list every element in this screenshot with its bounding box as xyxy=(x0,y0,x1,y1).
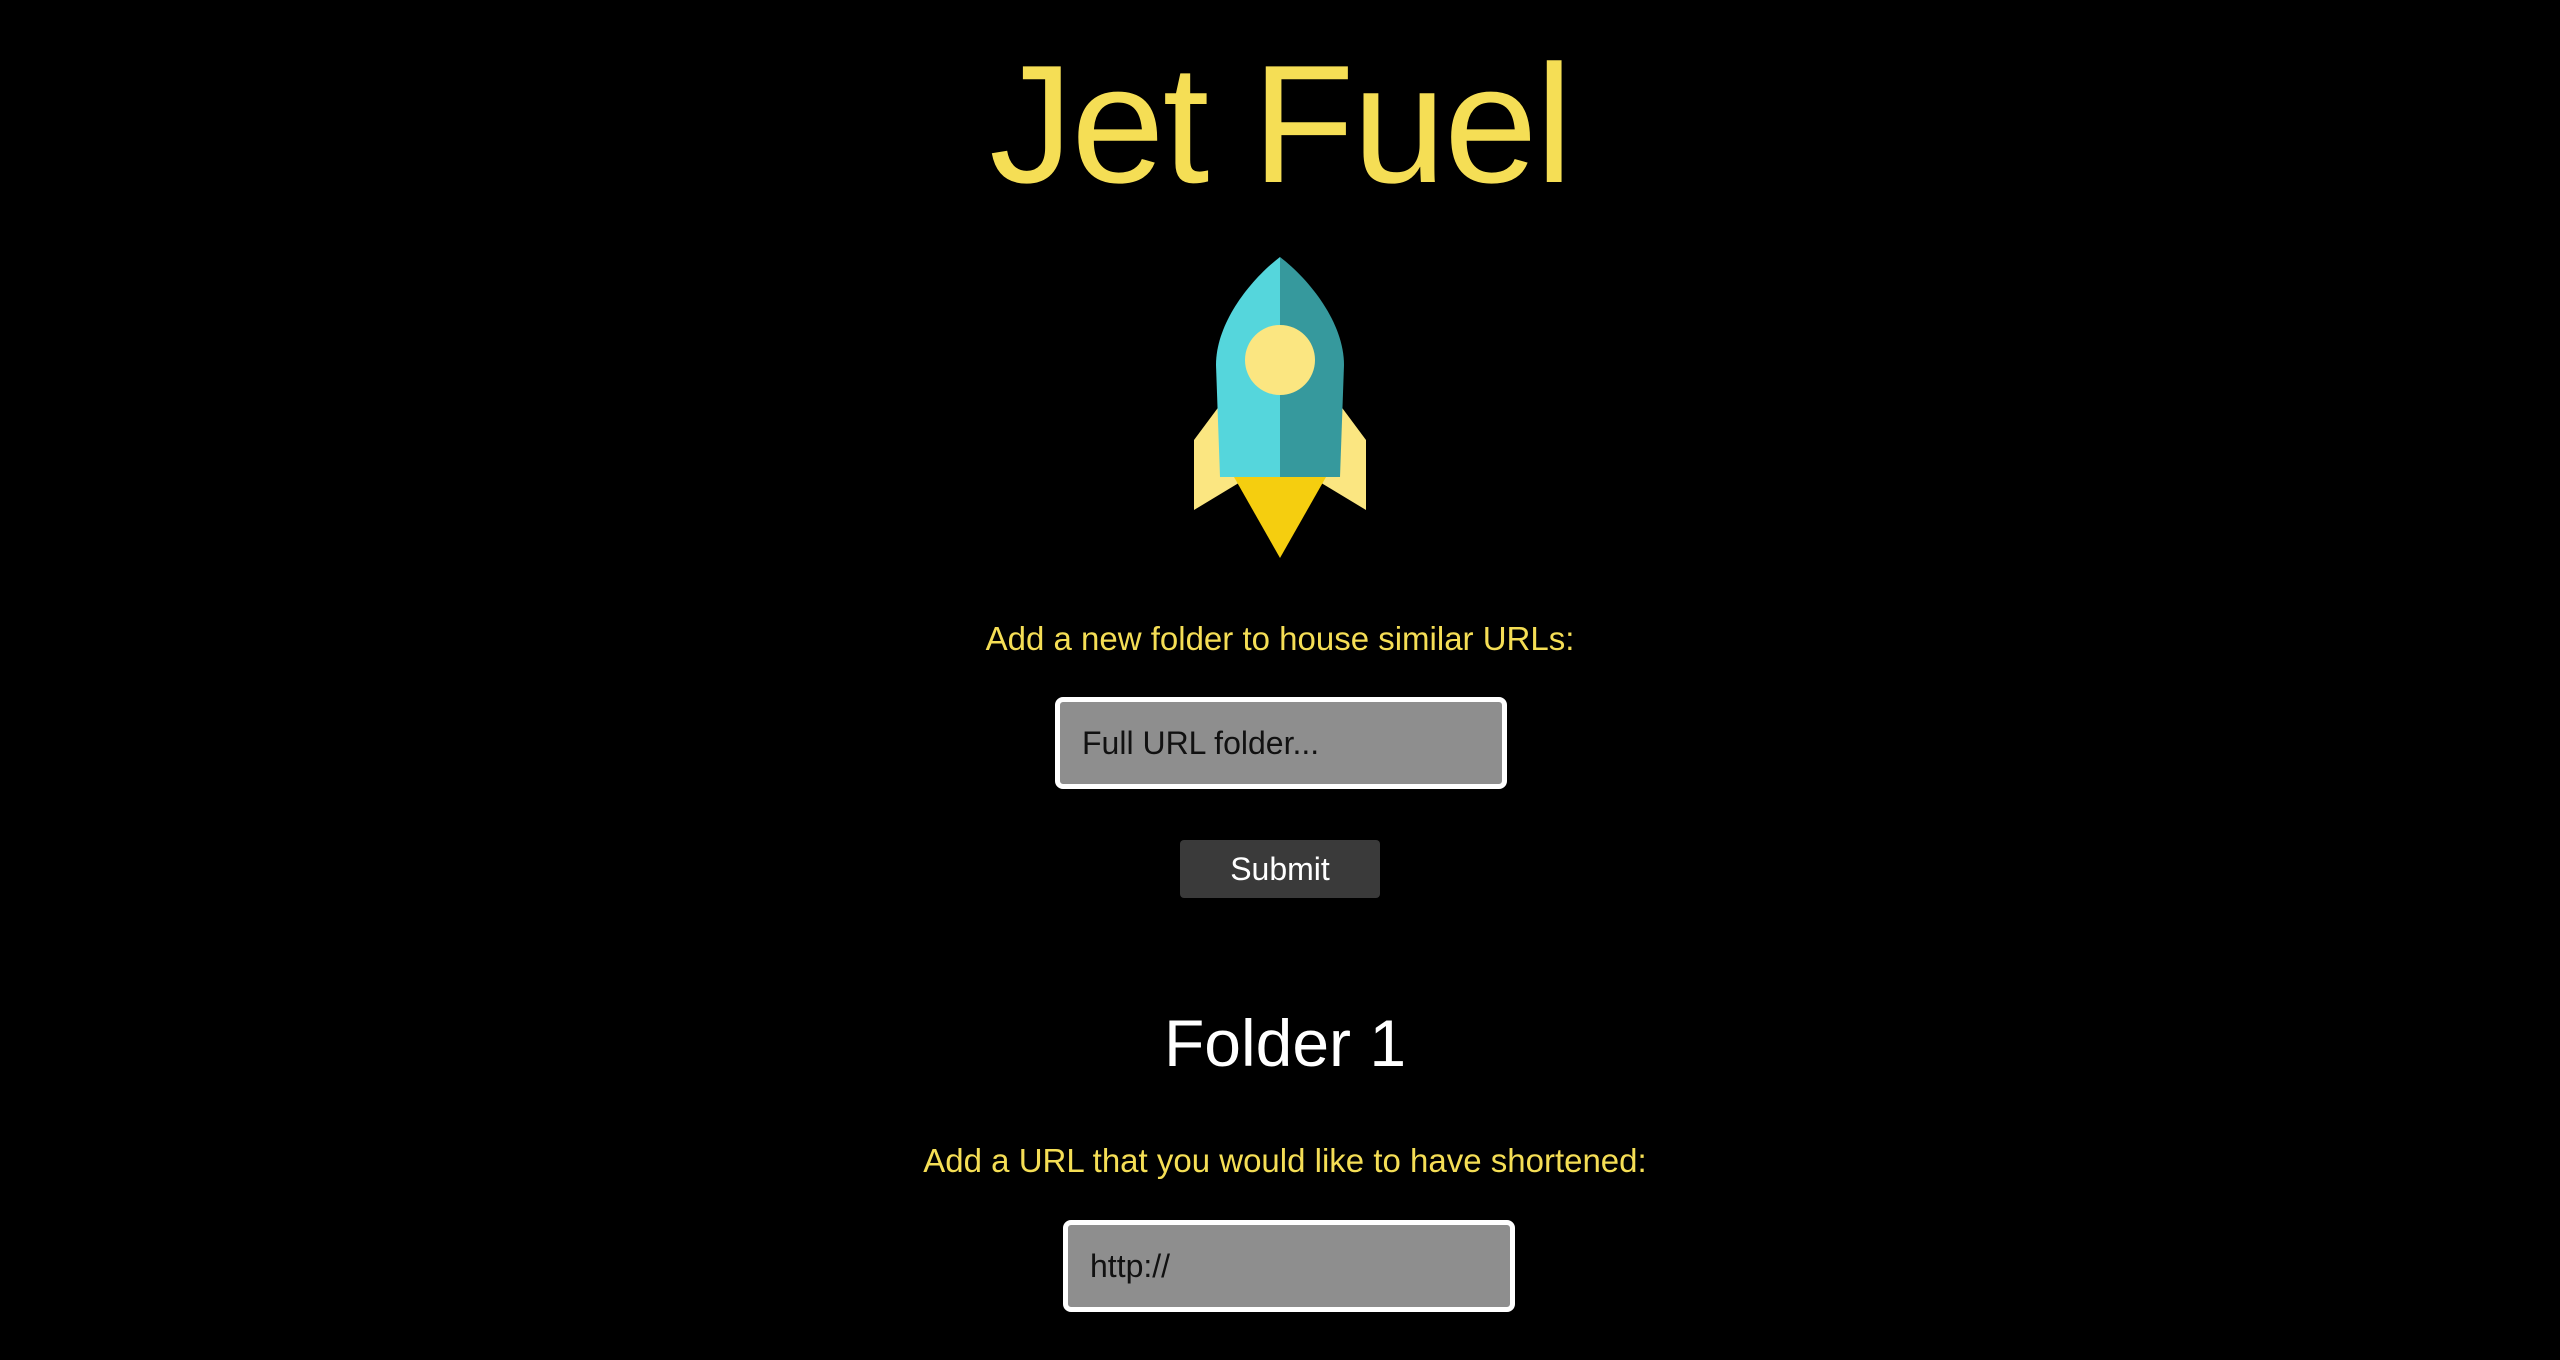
folder-title: Folder 1 xyxy=(1163,1006,1407,1080)
url-prompt: Add a URL that you would like to have sh… xyxy=(923,1142,1647,1179)
app-title: Jet Fuel xyxy=(989,30,1573,218)
rocket-icon xyxy=(1194,257,1366,558)
folder-prompt: Add a new folder to house similar URLs: xyxy=(985,620,1575,657)
url-input[interactable] xyxy=(1063,1220,1515,1312)
folder-name-input[interactable] xyxy=(1055,697,1507,789)
submit-button[interactable]: Submit xyxy=(1180,840,1380,898)
page: Jet Fuel Add a new folder to house simil… xyxy=(0,0,2560,1360)
